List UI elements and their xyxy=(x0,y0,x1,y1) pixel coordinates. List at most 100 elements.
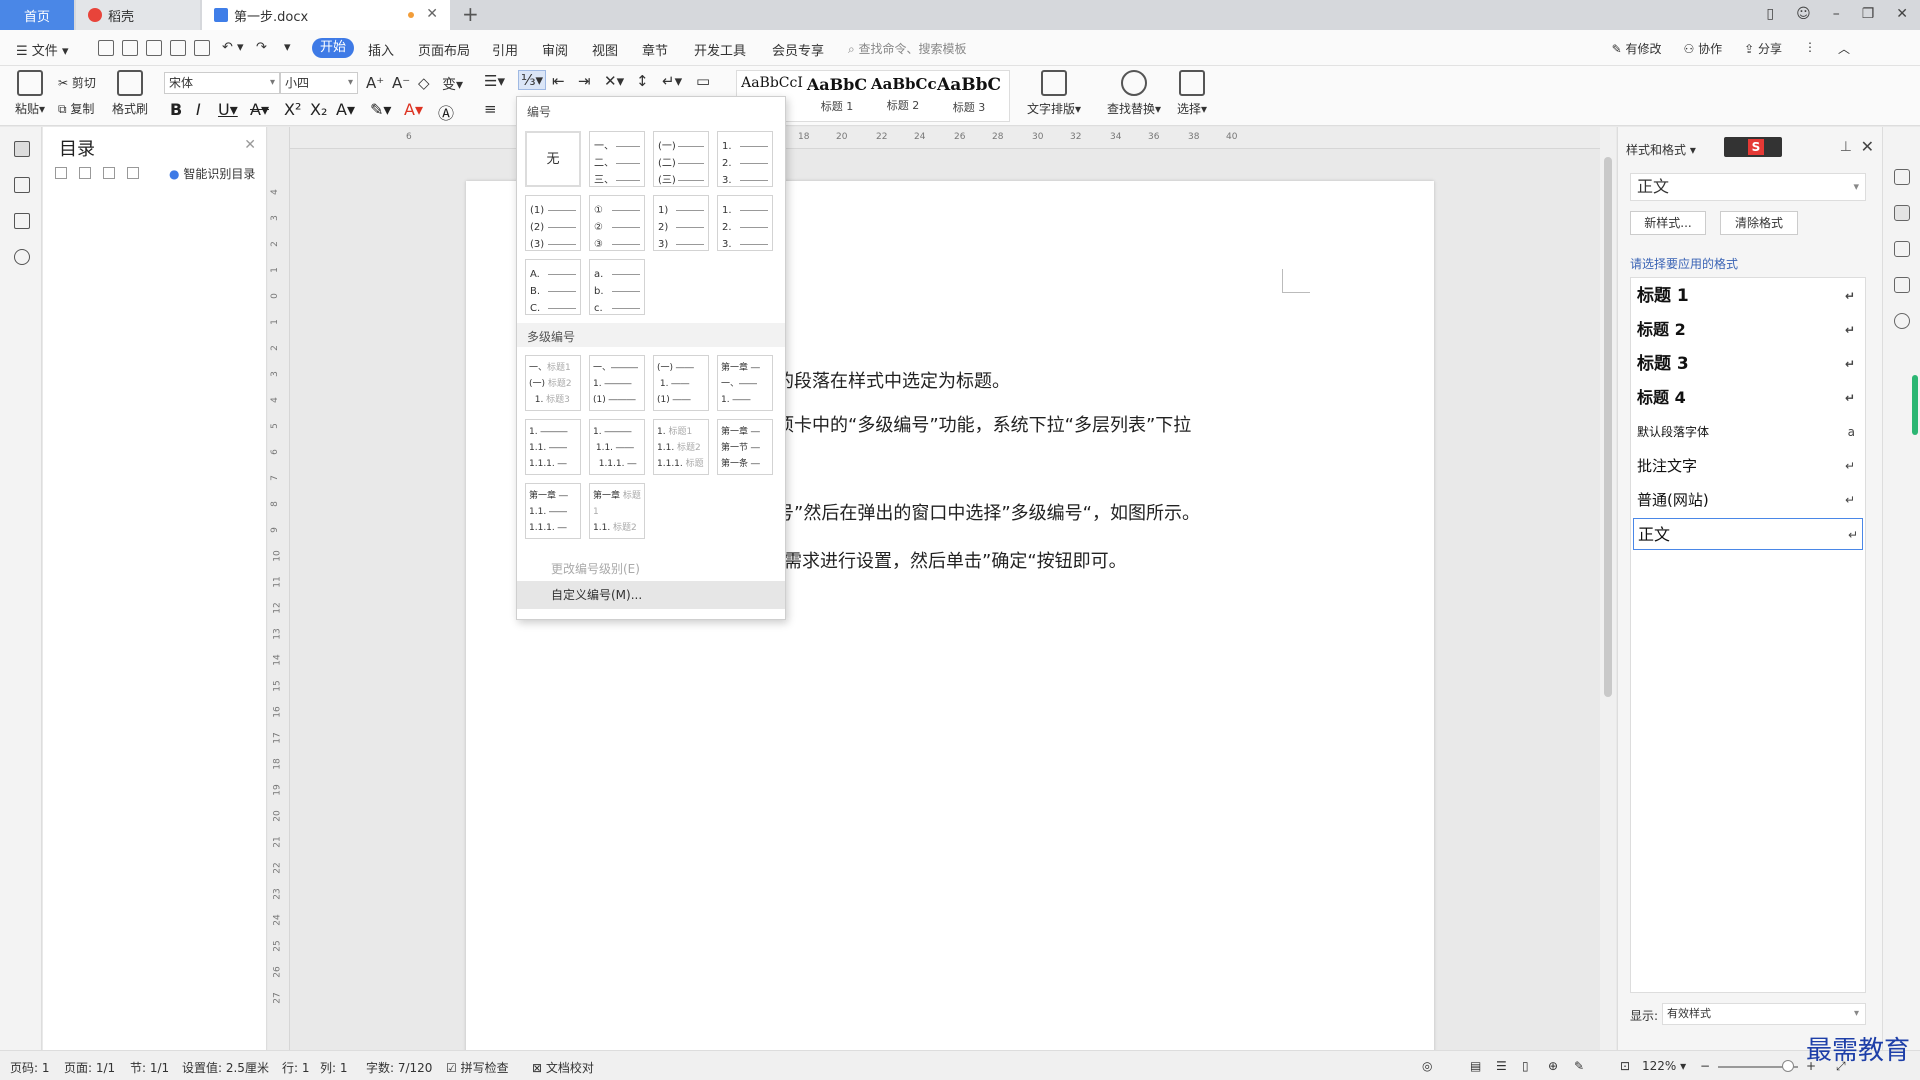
clear-format-button[interactable]: 清除格式 xyxy=(1720,211,1798,235)
style-item-heading4[interactable]: 标题 4 ↵ xyxy=(1637,382,1859,414)
avatar[interactable]: ☺ xyxy=(1796,6,1811,22)
bold-icon[interactable]: B xyxy=(170,100,182,119)
outline-view-icon[interactable]: ☰ xyxy=(1496,1059,1507,1073)
menu-start[interactable]: 开始 xyxy=(312,38,354,58)
expand-icon[interactable] xyxy=(79,167,91,179)
doc-proof-button[interactable]: ⊠ 文档校对 xyxy=(532,1059,594,1076)
menu-chapter[interactable]: 章节 xyxy=(642,40,668,59)
zoom-out-icon[interactable]: − xyxy=(1700,1059,1710,1073)
paragraph-4[interactable]: 需求进行设置，然后单击”确定“按钮即可。 xyxy=(784,547,1127,573)
paragraph-1[interactable]: 的段落在样式中选定为标题。 xyxy=(776,367,1010,393)
menu-view[interactable]: 视图 xyxy=(592,40,618,59)
numbering-lower-alpha[interactable]: a. b. c. xyxy=(589,259,645,315)
font-color-icon[interactable]: A▾ xyxy=(404,100,423,119)
numbering-decimal-2[interactable]: 1. 2. 3. xyxy=(717,195,773,251)
style-heading2[interactable]: AaBbCc 标题 2 xyxy=(871,75,937,113)
vertical-scrollbar[interactable] xyxy=(1600,127,1616,1050)
custom-numbering-item[interactable]: 自定义编号(M)... xyxy=(517,581,785,609)
numbering-none[interactable]: 无 xyxy=(525,131,581,187)
restore-button[interactable]: ❐ xyxy=(1862,6,1875,22)
zoom-level[interactable]: 122% ▾ xyxy=(1642,1059,1686,1073)
style-item-heading2[interactable]: 标题 2 ↵ xyxy=(1637,314,1859,346)
settings-sliders-icon[interactable] xyxy=(1894,277,1910,293)
subscript-icon[interactable]: X₂ xyxy=(310,100,327,119)
highlight-icon[interactable]: ✎▾ xyxy=(370,100,391,119)
font-name-select[interactable]: 宋体 xyxy=(164,72,280,94)
numbered-list-icon[interactable]: ⅓▾ xyxy=(518,70,547,90)
edit-style-icon[interactable] xyxy=(1894,205,1910,221)
multilevel-7[interactable]: 1. 标题11.1. 标题21.1.1. 标题3 xyxy=(653,419,709,475)
new-doc-icon[interactable] xyxy=(98,40,114,56)
side-scroll-indicator[interactable] xyxy=(1912,375,1918,435)
close-icon[interactable]: ✕ xyxy=(244,137,256,153)
numbering-upper-alpha[interactable]: A. B. C. xyxy=(525,259,581,315)
close-panel-icon[interactable]: ✕ xyxy=(1861,137,1874,156)
has-changes-button[interactable]: ✎ 有修改 xyxy=(1612,40,1662,57)
chinese-layout-icon[interactable]: ✕▾ xyxy=(604,72,624,90)
grow-font-icon[interactable]: A⁺ xyxy=(366,74,384,92)
format-painter-button[interactable]: 格式刷 xyxy=(110,70,150,117)
pin-icon[interactable]: ⊥ xyxy=(1840,139,1852,155)
undo-icon[interactable]: ↶ ▾ xyxy=(222,40,244,55)
styles-panel-title[interactable]: 样式和格式 ▾ xyxy=(1626,141,1696,158)
status-setting[interactable]: 设置值: 2.5厘米 xyxy=(182,1059,269,1076)
shrink-font-icon[interactable]: A⁻ xyxy=(392,74,410,92)
multilevel-9[interactable]: 第一章 ― 1.1. ―― 1.1.1. ― xyxy=(525,483,581,539)
align-left-icon[interactable]: ≡ xyxy=(484,100,497,118)
underline-icon[interactable]: U▾ xyxy=(218,100,238,119)
menu-member[interactable]: 会员专享 xyxy=(772,40,824,59)
menu-review[interactable]: 审阅 xyxy=(542,40,568,59)
minimize-button[interactable]: – xyxy=(1833,6,1840,22)
multilevel-6[interactable]: 1. ――― 1.1. ―― 1.1.1. ― xyxy=(589,419,645,475)
font-size-select[interactable]: 小四 xyxy=(280,72,358,94)
tab-home[interactable]: 首页 xyxy=(0,0,74,30)
toc-icon[interactable] xyxy=(14,141,30,157)
multilevel-10[interactable]: 第一章 标题11.1. 标题21.1.1. 标题3 xyxy=(589,483,645,539)
decrease-indent-icon[interactable]: ⇤ xyxy=(552,72,565,90)
menu-page-layout[interactable]: 页面布局 xyxy=(418,40,470,59)
text-layout-button[interactable]: 文字排版▾ xyxy=(1024,70,1084,117)
add-toc-icon[interactable] xyxy=(103,167,115,179)
style-item-normal[interactable]: 正文 ↵ xyxy=(1633,518,1863,550)
show-filter-select[interactable]: 有效样式 xyxy=(1662,1003,1866,1025)
style-heading1[interactable]: AaBbC 标题 1 xyxy=(805,75,869,114)
style-item-heading3[interactable]: 标题 3 ↵ xyxy=(1637,348,1859,380)
show-marks-icon[interactable]: ↵▾ xyxy=(662,72,682,90)
help-icon[interactable] xyxy=(1894,313,1910,329)
style-item-comment[interactable]: 批注文字 ↵ xyxy=(1637,450,1859,482)
remove-toc-icon[interactable] xyxy=(127,167,139,179)
multilevel-5[interactable]: 1. ――― 1.1. ―― 1.1.1. ― xyxy=(525,419,581,475)
strikethrough-icon[interactable]: A▾ xyxy=(250,100,269,119)
multilevel-8[interactable]: 第一章 ― 第一节 ― 第一条 ― xyxy=(717,419,773,475)
bullet-list-icon[interactable]: ☰▾ xyxy=(484,72,505,90)
more-dropdown-icon[interactable]: ▾ xyxy=(284,40,291,55)
command-search[interactable]: ⌕ 查找命令、搜索模板 xyxy=(848,40,967,57)
new-style-button[interactable]: 新样式... xyxy=(1630,211,1706,235)
numbering-half-paren[interactable]: 1) 2) 3) xyxy=(653,195,709,251)
menu-insert[interactable]: 插入 xyxy=(368,40,394,59)
numbering-circled[interactable]: ①②③ xyxy=(589,195,645,251)
style-heading3[interactable]: AaBbC 标题 3 xyxy=(937,75,1001,115)
paragraph-3[interactable]: 号”然后在弹出的窗口中选择”多级编号“，如图所示。 xyxy=(776,499,1200,525)
increase-indent-icon[interactable]: ⇥ xyxy=(578,72,591,90)
web-view-icon[interactable]: ⊕ xyxy=(1548,1059,1558,1073)
file-menu[interactable]: ☰ 文件 ▾ xyxy=(16,40,68,59)
collapse-all-icon[interactable] xyxy=(55,167,67,179)
current-style-select[interactable]: 正文 xyxy=(1630,173,1866,201)
style-item-default-font[interactable]: 默认段落字体 a xyxy=(1637,416,1859,448)
collapse-ribbon-icon[interactable]: ︿ xyxy=(1838,40,1850,57)
save-icon[interactable] xyxy=(122,40,138,56)
paste-button[interactable]: 粘贴▾ xyxy=(12,70,48,117)
find-replace-button[interactable]: 查找替换▾ xyxy=(1104,70,1164,117)
spell-check-button[interactable]: ☑ 拼写检查 xyxy=(446,1059,509,1076)
italic-icon[interactable]: I xyxy=(196,100,201,119)
paragraph-2[interactable]: 项卡中的“多级编号”功能，系统下拉“多层列表”下拉 xyxy=(776,411,1191,437)
status-words[interactable]: 字数: 7/120 xyxy=(366,1059,432,1076)
new-tab-button[interactable]: + xyxy=(462,2,479,26)
phonetic-icon[interactable]: 变▾ xyxy=(442,74,463,94)
print-preview-icon[interactable] xyxy=(194,40,210,56)
collaborate-button[interactable]: ⚇ 协作 xyxy=(1684,40,1723,57)
menu-references[interactable]: 引用 xyxy=(492,40,518,59)
page-view-icon[interactable]: ▤ xyxy=(1470,1059,1481,1073)
multilevel-2[interactable]: 一、――― 1. ――― (1) ――― xyxy=(589,355,645,411)
